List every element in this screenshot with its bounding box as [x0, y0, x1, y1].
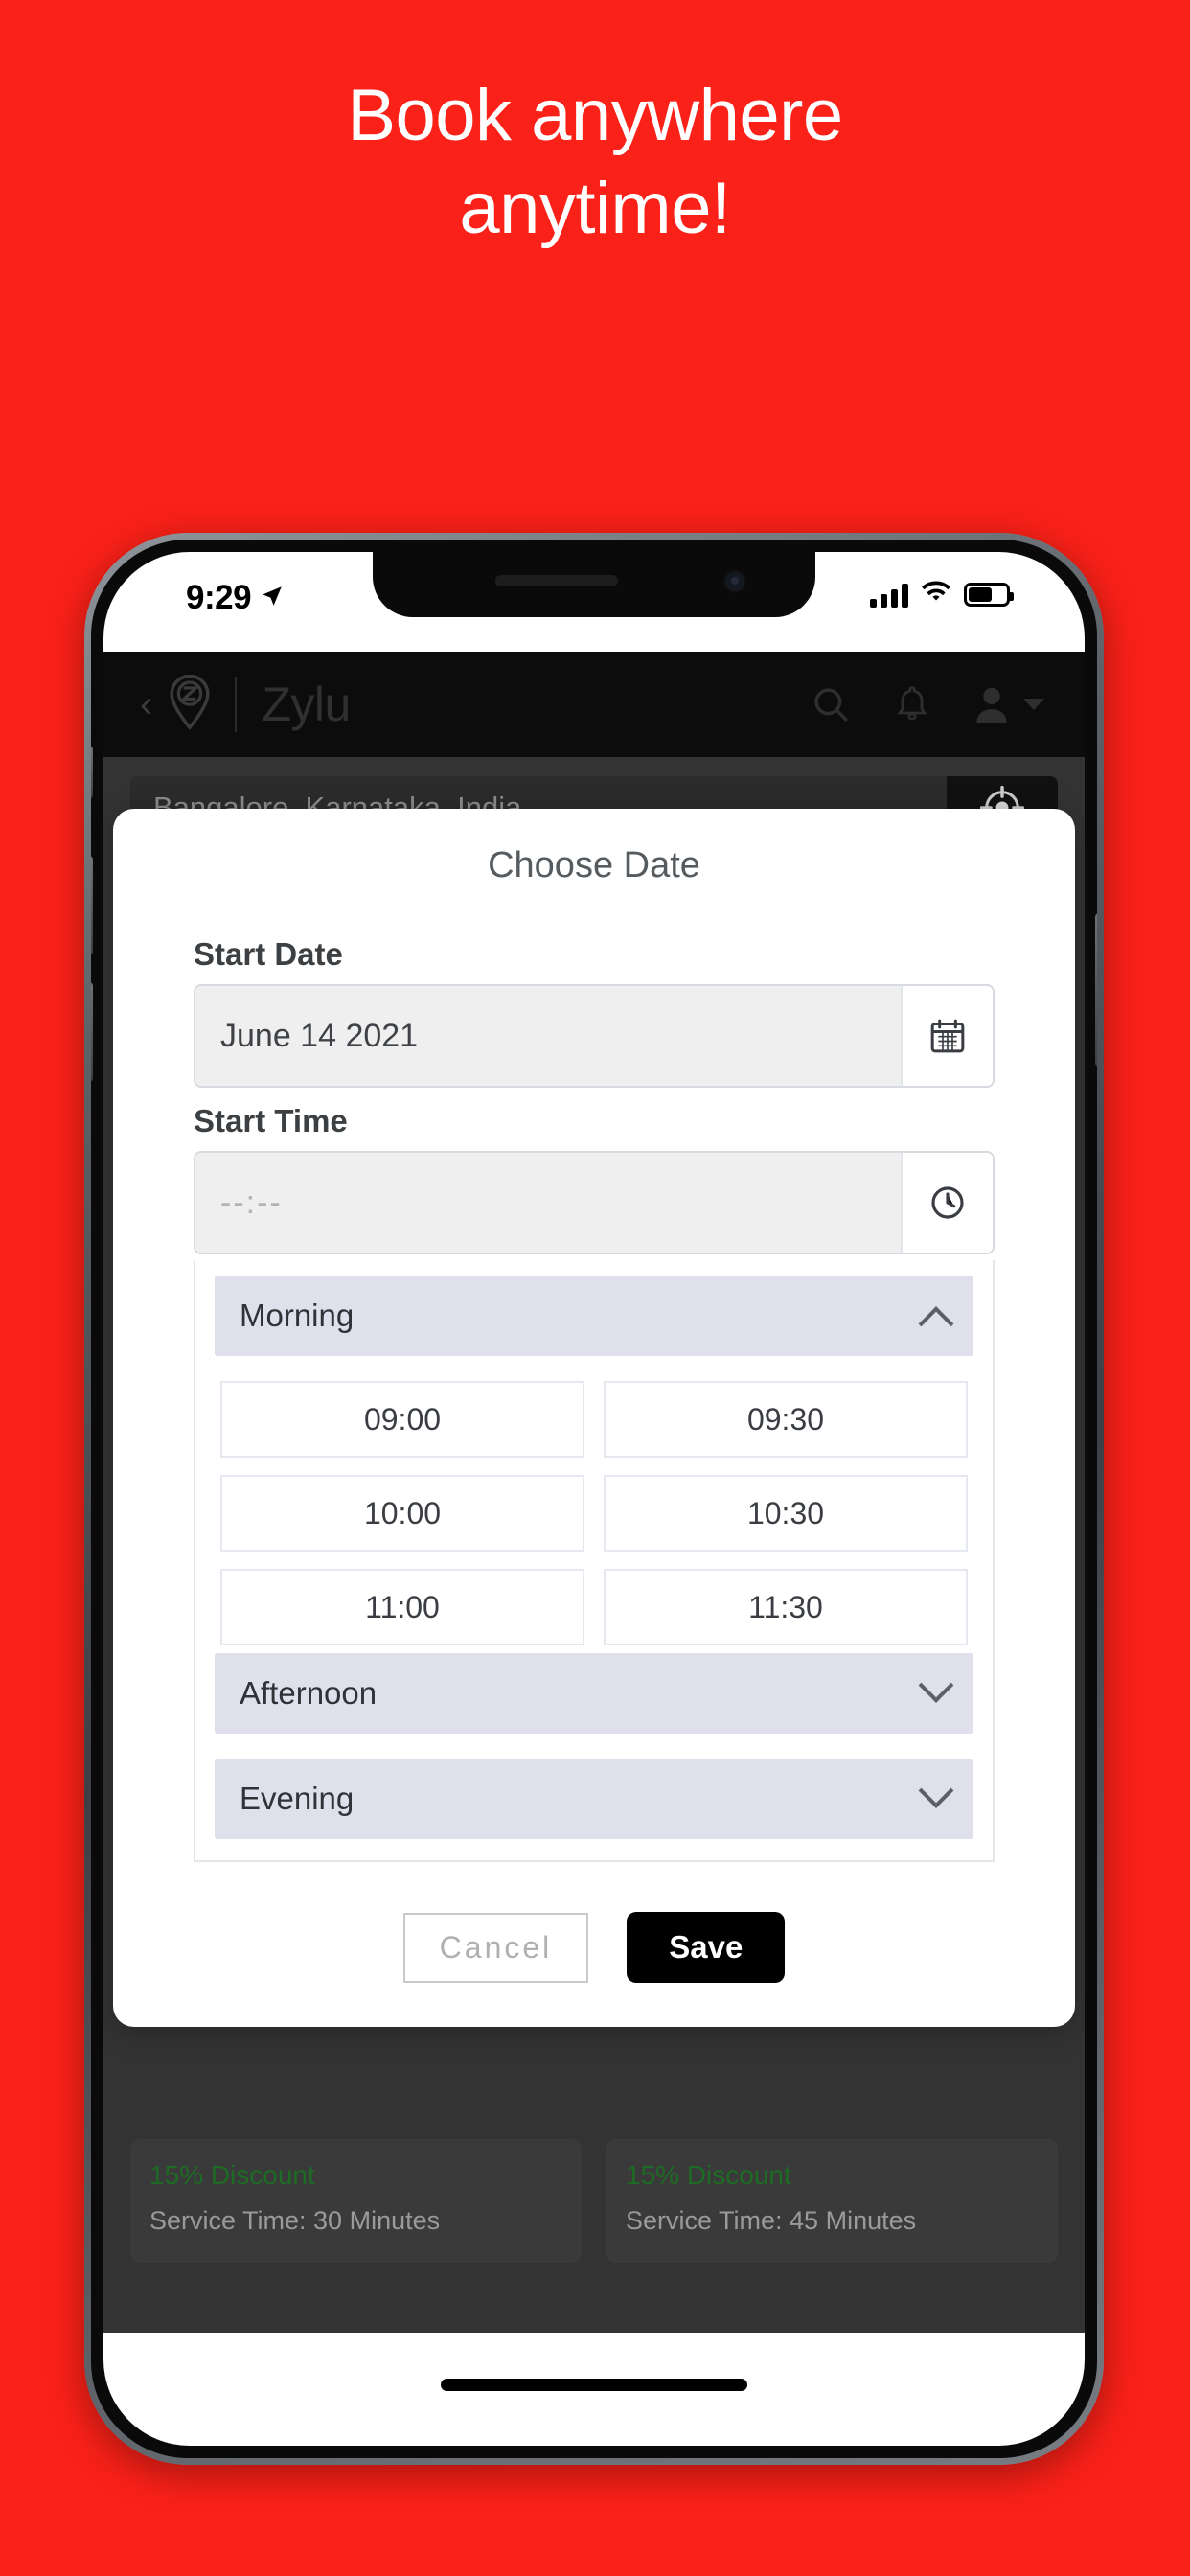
time-slot[interactable]: 11:00 [220, 1569, 584, 1645]
start-date-input[interactable]: June 14 2021 [195, 986, 901, 1086]
modal-title: Choose Date [488, 845, 700, 886]
app-brand-name: Zylu [262, 678, 351, 731]
user-avatar-icon[interactable] [973, 684, 1044, 724]
promo-headline-line-1: Book anywhere [347, 75, 843, 156]
calendar-icon[interactable] [901, 986, 993, 1086]
start-date-label: Start Date [194, 936, 343, 972]
status-bar-indicators [870, 581, 1014, 609]
zylu-pin-logo-icon[interactable] [166, 674, 214, 735]
cancel-button[interactable]: Cancel [402, 1912, 589, 1983]
choose-date-modal: Choose Date Start Date June 14 2021 Star… [113, 809, 1075, 2027]
time-slot[interactable]: 09:00 [220, 1381, 584, 1458]
service-discount: 15% Discount [626, 2160, 791, 2190]
wifi-icon [921, 581, 951, 609]
phone-volume-down-button [91, 982, 93, 1082]
time-slot[interactable]: 10:00 [220, 1475, 584, 1552]
promo-headline-line-2: anytime! [459, 168, 731, 250]
chevron-down-icon[interactable] [918, 1773, 954, 1808]
phone-power-button [1095, 913, 1097, 1067]
time-slot[interactable]: 09:30 [604, 1381, 968, 1458]
phone-volume-up-button [91, 856, 93, 955]
search-icon[interactable] [811, 684, 851, 724]
accordion-evening[interactable]: Evening [215, 1759, 973, 1839]
save-button[interactable]: Save [627, 1912, 786, 1983]
front-camera [723, 570, 746, 593]
clock-icon[interactable] [901, 1153, 993, 1253]
status-bar-time: 9:29 [186, 579, 252, 616]
service-duration: Service Time: 45 Minutes [626, 2206, 917, 2235]
header-divider [235, 677, 238, 732]
location-arrow-icon [260, 579, 285, 617]
home-indicator-area [103, 2333, 1085, 2446]
start-date-field[interactable]: June 14 2021 [194, 984, 995, 1088]
earpiece-speaker [495, 575, 618, 586]
back-button[interactable]: ‹ [130, 685, 162, 724]
start-time-input[interactable]: --:-- [195, 1153, 901, 1253]
time-slot[interactable]: 11:30 [604, 1569, 968, 1645]
chevron-down-icon[interactable] [1023, 699, 1044, 710]
chevron-down-icon[interactable] [918, 1668, 954, 1703]
accordion-evening-label: Evening [240, 1781, 355, 1816]
bell-icon[interactable] [893, 683, 931, 725]
battery-icon [964, 583, 1014, 607]
app-header: ‹ Zylu [103, 652, 1085, 757]
phone-bezel: 9:29 ‹ Zylu Bangalore, Karnataka, India … [91, 540, 1097, 2458]
phone-screen: 9:29 ‹ Zylu Bangalore, Karnataka, India … [103, 552, 1085, 2446]
home-indicator[interactable] [441, 2379, 747, 2391]
status-bar: 9:29 [103, 552, 1085, 652]
modal-actions: Cancel Save [113, 1912, 1075, 1983]
service-duration: Service Time: 30 Minutes [149, 2206, 441, 2235]
start-time-label: Start Time [194, 1103, 348, 1138]
start-time-field[interactable]: --:-- [194, 1151, 995, 1254]
service-card-row: 15% Discount Service Time: 30 Minutes 15… [130, 2139, 1058, 2263]
status-bar-time-group: 9:29 [186, 579, 285, 617]
service-card[interactable]: 15% Discount Service Time: 45 Minutes [606, 2139, 1058, 2263]
time-slot-panel: Morning 09:00 09:30 10:00 10:30 11:00 11… [194, 1260, 995, 1862]
accordion-afternoon-label: Afternoon [240, 1675, 378, 1711]
chevron-up-icon[interactable] [918, 1306, 954, 1342]
service-discount: 15% Discount [149, 2160, 315, 2190]
cellular-signal-icon [870, 583, 908, 608]
phone-mockup: 9:29 ‹ Zylu Bangalore, Karnataka, India … [84, 533, 1104, 2465]
accordion-afternoon[interactable]: Afternoon [215, 1653, 973, 1734]
service-card[interactable]: 15% Discount Service Time: 30 Minutes [130, 2139, 582, 2263]
app-viewport: ‹ Zylu Bangalore, Karnataka, India 15% D… [103, 652, 1085, 2446]
accordion-morning-label: Morning [240, 1298, 355, 1333]
accordion-morning[interactable]: Morning [215, 1276, 973, 1356]
time-slot[interactable]: 10:30 [604, 1475, 968, 1552]
header-actions [811, 683, 1044, 725]
phone-silent-switch [91, 747, 93, 798]
phone-notch [373, 552, 815, 617]
promo-headline: Book anywhere anytime! [0, 69, 1190, 256]
morning-slot-grid: 09:00 09:30 10:00 10:30 11:00 11:30 [215, 1356, 973, 1653]
